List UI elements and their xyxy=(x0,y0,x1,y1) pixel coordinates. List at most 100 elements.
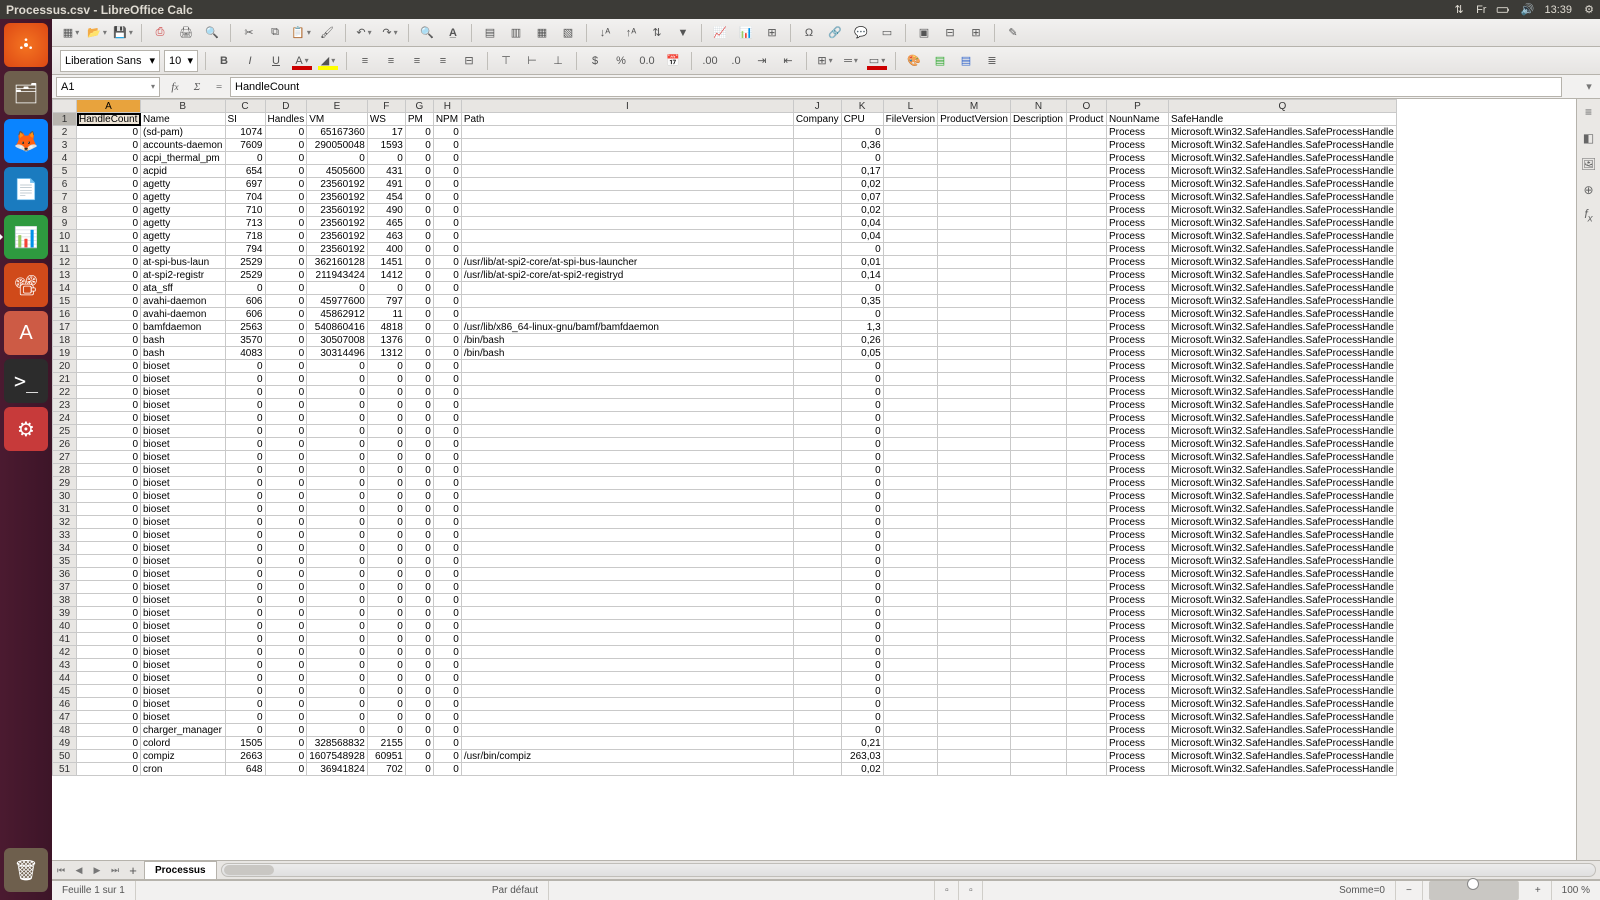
cell[interactable]: Microsoft.Win32.SafeHandles.SafeProcessH… xyxy=(1168,321,1396,334)
cell[interactable] xyxy=(1066,594,1106,607)
cell[interactable] xyxy=(1066,334,1106,347)
cell[interactable]: 0 xyxy=(405,217,433,230)
cell[interactable]: bash xyxy=(141,334,226,347)
cell[interactable] xyxy=(793,243,841,256)
cell[interactable] xyxy=(1066,685,1106,698)
cell[interactable]: 0 xyxy=(405,503,433,516)
cell[interactable]: 431 xyxy=(367,165,405,178)
cell[interactable]: 0 xyxy=(225,581,265,594)
cell[interactable]: 0 xyxy=(433,516,461,529)
cell[interactable] xyxy=(461,451,793,464)
cell[interactable]: 0 xyxy=(367,581,405,594)
cell[interactable]: PM xyxy=(405,113,433,126)
cell[interactable]: 0 xyxy=(405,360,433,373)
spreadsheet-grid[interactable]: ABCDEFGHIJKLMNOPQ1HandleCountNameSIHandl… xyxy=(52,99,1576,860)
cell[interactable]: 0 xyxy=(841,152,883,165)
cell[interactable]: 0 xyxy=(405,399,433,412)
cell[interactable]: Process xyxy=(1106,503,1168,516)
cell[interactable]: Microsoft.Win32.SafeHandles.SafeProcessH… xyxy=(1168,529,1396,542)
status-signature[interactable]: ▫ xyxy=(959,881,983,900)
cell[interactable] xyxy=(938,360,1011,373)
cell[interactable]: compiz xyxy=(141,750,226,763)
cell[interactable]: 0,04 xyxy=(841,230,883,243)
cell[interactable]: 0 xyxy=(265,412,307,425)
cell[interactable] xyxy=(1066,399,1106,412)
cell[interactable]: 0 xyxy=(367,620,405,633)
cell[interactable] xyxy=(793,230,841,243)
cell[interactable] xyxy=(938,542,1011,555)
cell[interactable]: Name xyxy=(141,113,226,126)
cell[interactable]: 0 xyxy=(265,308,307,321)
cell[interactable]: 0 xyxy=(433,217,461,230)
cell[interactable]: 0 xyxy=(841,386,883,399)
cell[interactable]: 0 xyxy=(405,581,433,594)
cell[interactable]: 0,02 xyxy=(841,204,883,217)
cell[interactable] xyxy=(1010,282,1066,295)
row-header[interactable]: 42 xyxy=(53,646,77,659)
headers-button[interactable]: ▭ xyxy=(876,22,898,44)
align-center-button[interactable]: ≡ xyxy=(380,50,402,72)
cell[interactable] xyxy=(793,139,841,152)
cell[interactable] xyxy=(883,165,937,178)
launcher-writer[interactable]: 📄 xyxy=(4,167,48,211)
cell[interactable]: 0 xyxy=(367,451,405,464)
cell[interactable] xyxy=(1010,204,1066,217)
cell[interactable]: Microsoft.Win32.SafeHandles.SafeProcessH… xyxy=(1168,269,1396,282)
cell[interactable]: 0 xyxy=(841,724,883,737)
cell[interactable] xyxy=(883,477,937,490)
align-bottom-button[interactable]: ⊥ xyxy=(547,50,569,72)
cell[interactable]: Microsoft.Win32.SafeHandles.SafeProcessH… xyxy=(1168,633,1396,646)
cell[interactable]: 0 xyxy=(265,451,307,464)
column-header-O[interactable]: O xyxy=(1066,100,1106,113)
cell[interactable]: 0 xyxy=(265,334,307,347)
cell[interactable]: 0 xyxy=(225,386,265,399)
cell[interactable] xyxy=(461,464,793,477)
cell[interactable]: 400 xyxy=(367,243,405,256)
row-header[interactable]: 28 xyxy=(53,464,77,477)
cell[interactable]: 0 xyxy=(77,464,141,477)
sheet-tab-processus[interactable]: Processus xyxy=(144,861,217,879)
cell[interactable]: acpid xyxy=(141,165,226,178)
cell[interactable]: Microsoft.Win32.SafeHandles.SafeProcessH… xyxy=(1168,386,1396,399)
cell[interactable]: 0 xyxy=(265,360,307,373)
cell[interactable]: ata_sff xyxy=(141,282,226,295)
cell[interactable] xyxy=(461,295,793,308)
cell[interactable]: 0 xyxy=(265,438,307,451)
cell[interactable]: 0 xyxy=(307,685,368,698)
cell[interactable] xyxy=(1066,347,1106,360)
cell[interactable]: bioset xyxy=(141,386,226,399)
column-header-K[interactable]: K xyxy=(841,100,883,113)
status-sum[interactable]: Somme=0 xyxy=(1329,881,1396,900)
cell[interactable]: 0 xyxy=(433,763,461,776)
row-header[interactable]: 12 xyxy=(53,256,77,269)
cell[interactable] xyxy=(1066,282,1106,295)
cell[interactable]: 704 xyxy=(225,191,265,204)
column-header-L[interactable]: L xyxy=(883,100,937,113)
cell[interactable]: Microsoft.Win32.SafeHandles.SafeProcessH… xyxy=(1168,308,1396,321)
cell[interactable]: charger_manager xyxy=(141,724,226,737)
cell[interactable] xyxy=(938,763,1011,776)
cell[interactable]: 0 xyxy=(77,373,141,386)
cell[interactable]: 0 xyxy=(405,750,433,763)
cell[interactable] xyxy=(938,607,1011,620)
cell[interactable]: 0 xyxy=(841,282,883,295)
cell[interactable]: 0 xyxy=(367,555,405,568)
cell[interactable]: 0 xyxy=(405,516,433,529)
cell[interactable]: 0 xyxy=(225,425,265,438)
row-header[interactable]: 22 xyxy=(53,386,77,399)
cell[interactable]: 0 xyxy=(265,698,307,711)
row-header[interactable]: 3 xyxy=(53,139,77,152)
cell[interactable]: 0 xyxy=(841,646,883,659)
cell[interactable] xyxy=(883,568,937,581)
cell[interactable]: 0 xyxy=(265,191,307,204)
cell[interactable]: 0 xyxy=(841,516,883,529)
cell[interactable] xyxy=(938,581,1011,594)
cell[interactable]: Process xyxy=(1106,191,1168,204)
cell[interactable]: 0 xyxy=(841,243,883,256)
status-style[interactable]: Par défaut xyxy=(482,881,549,900)
date-button[interactable]: 📅 xyxy=(662,50,684,72)
cell[interactable]: 0 xyxy=(265,672,307,685)
cell[interactable]: 0 xyxy=(225,685,265,698)
cell[interactable]: Microsoft.Win32.SafeHandles.SafeProcessH… xyxy=(1168,295,1396,308)
cell[interactable]: bioset xyxy=(141,568,226,581)
